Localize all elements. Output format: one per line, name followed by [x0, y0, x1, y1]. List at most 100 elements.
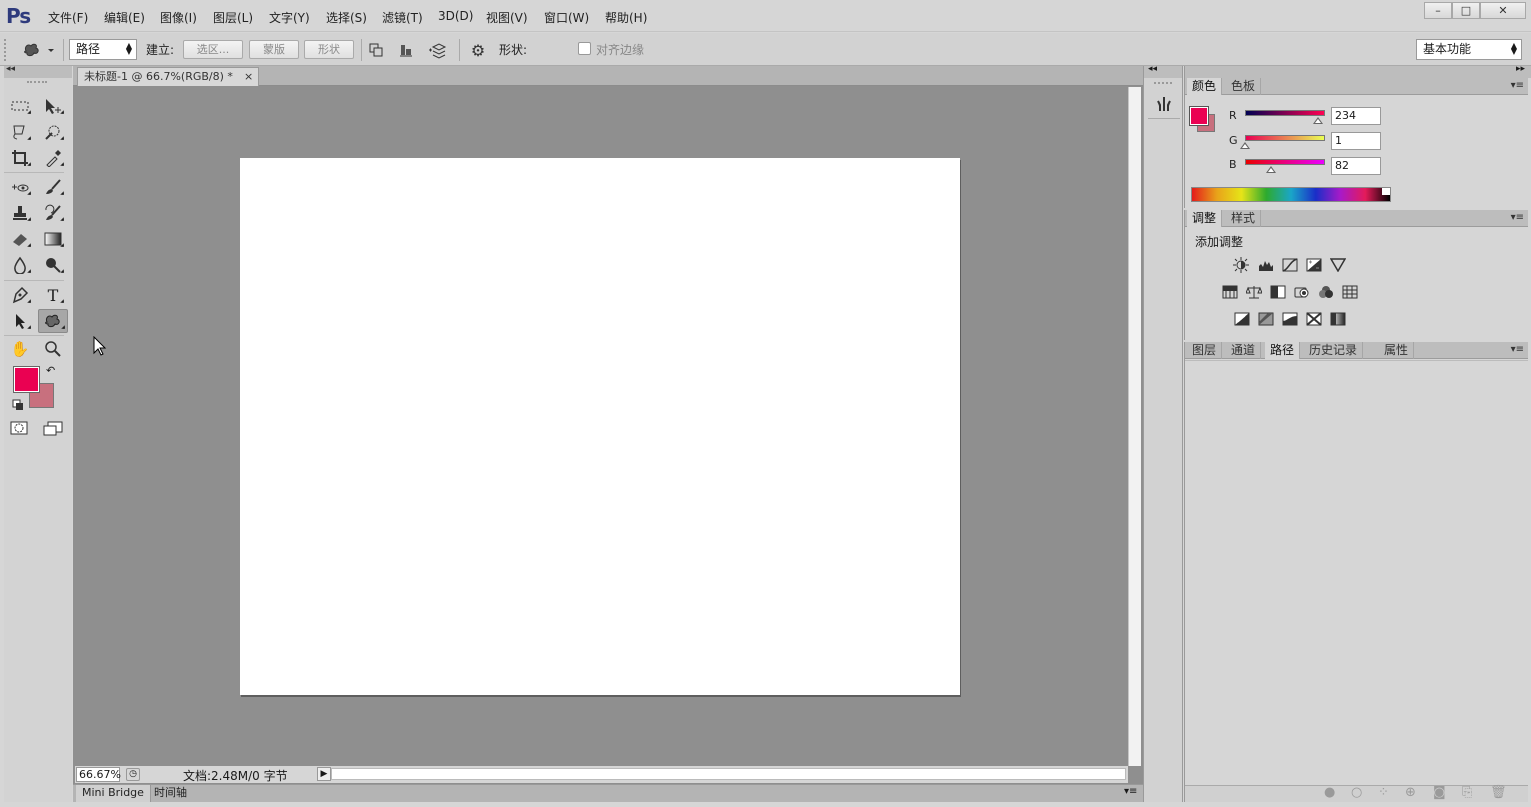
- swap-colors-icon[interactable]: ↶: [46, 364, 55, 377]
- collapse-arrows-icon[interactable]: ◂◂: [6, 64, 15, 74]
- align-edges-checkbox[interactable]: [578, 42, 591, 55]
- color-lookup-icon[interactable]: [1342, 285, 1358, 299]
- toolbox-grip[interactable]: [27, 81, 47, 84]
- collapse-panels-icon[interactable]: ▸▸: [1516, 64, 1525, 74]
- stroke-path-icon[interactable]: ○: [1351, 785, 1362, 800]
- expand-arrows-icon[interactable]: ◂◂: [1148, 64, 1157, 74]
- posterize-icon[interactable]: [1258, 312, 1274, 326]
- g-slider-handle[interactable]: [1240, 142, 1250, 149]
- tab-swatches[interactable]: 色板: [1226, 78, 1262, 95]
- spot-healing-tool[interactable]: [7, 176, 33, 198]
- panel-menu-icon[interactable]: ▾≡: [1511, 344, 1524, 355]
- selective-color-icon[interactable]: [1306, 312, 1322, 326]
- trash-icon[interactable]: 🗑: [1490, 785, 1507, 800]
- b-slider-handle[interactable]: [1266, 166, 1276, 173]
- screen-mode-icon[interactable]: [42, 420, 64, 441]
- hand-tool[interactable]: ✋: [7, 338, 33, 360]
- tab-channels[interactable]: 通道: [1226, 342, 1262, 359]
- tab-paths[interactable]: 路径: [1265, 342, 1301, 359]
- mode-select[interactable]: 路径 ▲ ▼: [69, 39, 137, 60]
- panels-header[interactable]: ▸▸: [1184, 64, 1531, 78]
- g-value-field[interactable]: 1: [1331, 132, 1381, 150]
- pen-tool[interactable]: [7, 284, 33, 306]
- dock-header[interactable]: ◂◂: [1144, 64, 1182, 78]
- levels-icon[interactable]: [1258, 258, 1274, 272]
- history-brush-tool[interactable]: [40, 202, 66, 224]
- crop-tool[interactable]: [7, 147, 33, 169]
- document-tab[interactable]: 未标题-1 @ 66.7%(RGB/8) * ×: [77, 67, 259, 86]
- channel-mixer-icon[interactable]: [1318, 285, 1334, 299]
- invert-icon[interactable]: [1234, 312, 1250, 326]
- menu-window[interactable]: 窗口(W): [544, 9, 589, 26]
- tab-adjustments[interactable]: 调整: [1187, 210, 1223, 227]
- load-as-selection-icon[interactable]: ⁘: [1378, 785, 1389, 800]
- make-mask-button[interactable]: 蒙版: [249, 40, 299, 59]
- g-slider[interactable]: [1245, 135, 1325, 141]
- make-shape-button[interactable]: 形状: [304, 40, 354, 59]
- b-slider[interactable]: [1245, 159, 1325, 165]
- tab-color[interactable]: 颜色: [1187, 78, 1223, 95]
- maximize-button[interactable]: □: [1452, 2, 1480, 19]
- default-colors-icon[interactable]: [12, 399, 24, 414]
- workspace-select[interactable]: 基本功能 ▲ ▼: [1416, 39, 1522, 60]
- vertical-scrollbar[interactable]: [1128, 87, 1141, 766]
- color-balance-icon[interactable]: [1246, 285, 1262, 299]
- fill-path-icon[interactable]: ●: [1324, 785, 1335, 800]
- tab-properties[interactable]: 属性: [1379, 342, 1415, 359]
- dock-grip[interactable]: [1154, 82, 1172, 85]
- status-options-icon[interactable]: ◷: [126, 768, 140, 781]
- horizontal-scrollbar[interactable]: [331, 768, 1126, 780]
- move-tool[interactable]: [40, 95, 66, 117]
- tab-timeline[interactable]: 时间轴: [148, 785, 193, 802]
- menu-filter[interactable]: 滤镜(T): [382, 9, 423, 26]
- tab-close-icon[interactable]: ×: [244, 68, 253, 85]
- menu-help[interactable]: 帮助(H): [605, 9, 647, 26]
- color-panel-foreground-swatch[interactable]: [1189, 106, 1209, 126]
- hue-saturation-icon[interactable]: [1222, 285, 1238, 299]
- tool-preset-picker[interactable]: [20, 39, 58, 61]
- add-mask-icon[interactable]: ◙: [1433, 785, 1446, 800]
- options-grip[interactable]: [4, 39, 10, 61]
- minimize-button[interactable]: –: [1424, 2, 1452, 19]
- foreground-color-swatch[interactable]: [13, 366, 40, 393]
- gradient-tool[interactable]: [40, 228, 66, 250]
- b-value-field[interactable]: 82: [1331, 157, 1381, 175]
- make-work-path-icon[interactable]: ⊕: [1405, 785, 1416, 800]
- gear-icon[interactable]: ⚙: [466, 39, 490, 61]
- brush-tool[interactable]: [40, 176, 66, 198]
- eyedropper-tool[interactable]: [40, 147, 66, 169]
- new-path-icon[interactable]: ⎘: [1462, 785, 1472, 800]
- gradient-map-icon[interactable]: [1330, 312, 1346, 326]
- path-alignment-icon[interactable]: [396, 40, 416, 60]
- make-selection-button[interactable]: 选区...: [183, 40, 243, 59]
- tab-history[interactable]: 历史记录: [1304, 342, 1364, 359]
- paths-list[interactable]: [1185, 360, 1528, 784]
- zoom-tool[interactable]: [40, 338, 66, 360]
- exposure-icon[interactable]: [1306, 258, 1322, 272]
- type-tool[interactable]: T: [40, 284, 66, 306]
- black-white-icon[interactable]: [1270, 285, 1286, 299]
- zoom-field[interactable]: 66.67%: [76, 767, 121, 782]
- vibrance-icon[interactable]: [1330, 258, 1346, 272]
- tab-layers[interactable]: 图层: [1187, 342, 1223, 359]
- panel-menu-icon[interactable]: ▾≡: [1511, 212, 1524, 223]
- menu-image[interactable]: 图像(I): [160, 9, 197, 26]
- photo-filter-icon[interactable]: [1294, 285, 1310, 299]
- r-slider-handle[interactable]: [1313, 117, 1323, 124]
- menu-edit[interactable]: 编辑(E): [104, 9, 145, 26]
- r-value-field[interactable]: 234: [1331, 107, 1381, 125]
- panel-menu-icon[interactable]: ▾≡: [1124, 786, 1137, 797]
- tab-mini-bridge[interactable]: Mini Bridge: [76, 785, 151, 802]
- toolbox-header[interactable]: ◂◂: [4, 64, 72, 78]
- dodge-tool[interactable]: [40, 254, 66, 276]
- eraser-tool[interactable]: [7, 228, 33, 250]
- path-operations-icon[interactable]: [366, 40, 386, 60]
- menu-file[interactable]: 文件(F): [48, 9, 88, 26]
- threshold-icon[interactable]: [1282, 312, 1298, 326]
- close-button[interactable]: ✕: [1480, 2, 1526, 19]
- curves-icon[interactable]: [1282, 258, 1298, 272]
- menu-select[interactable]: 选择(S): [326, 9, 367, 26]
- status-menu-arrow-icon[interactable]: ▶: [317, 767, 331, 781]
- color-ramp[interactable]: [1191, 187, 1391, 202]
- quick-selection-tool[interactable]: [40, 121, 66, 143]
